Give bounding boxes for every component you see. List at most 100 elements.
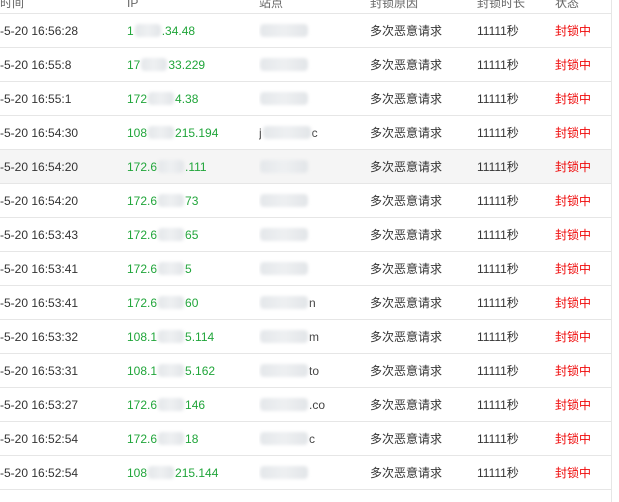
ip-visible-prefix: 1 bbox=[127, 23, 134, 38]
table-row[interactable]: -5-20 16:53:41 172.6 5 多次恶意请求 11111秒 封锁中 bbox=[0, 252, 611, 286]
redaction-blur bbox=[158, 194, 185, 207]
redaction-blur bbox=[260, 296, 308, 309]
ip-visible-prefix: 172.6 bbox=[127, 159, 158, 174]
table-row[interactable]: -5-20 16:54:20 172.6 .111 多次恶意请求 11111秒 封锁中 bbox=[0, 150, 611, 184]
ip-visible-suffix: 65 bbox=[185, 227, 199, 242]
ip-visible-suffix: 60 bbox=[185, 295, 199, 310]
reason-cell: 多次恶意请求 bbox=[370, 432, 443, 446]
ip-visible-suffix: 33.229 bbox=[168, 57, 206, 72]
ip-visible-prefix: 108.1 bbox=[127, 329, 158, 344]
ip-cell: 172.6 73 bbox=[127, 184, 257, 217]
table-row[interactable]: -5-20 16:52:54 172.6 18 c 多次恶意请求 11111秒 封锁中 bbox=[0, 422, 611, 456]
table-row[interactable]: -5-20 16:55:1 172 4.38 多次恶意请求 11111秒 封锁中 bbox=[0, 82, 611, 116]
redaction-blur bbox=[260, 228, 308, 241]
redaction-blur bbox=[260, 398, 308, 411]
status-badge: 封锁中 bbox=[555, 364, 592, 378]
site-cell: jc bbox=[259, 116, 364, 149]
duration-cell: 11111秒 bbox=[477, 262, 519, 276]
redaction-blur bbox=[260, 432, 308, 445]
ip-visible-prefix: 108 bbox=[127, 125, 148, 140]
reason-cell: 多次恶意请求 bbox=[370, 228, 443, 242]
ip-cell: 172.6 .111 bbox=[127, 150, 257, 183]
site-cell: c bbox=[259, 422, 364, 455]
ip-visible-suffix: 73 bbox=[185, 193, 199, 208]
reason-cell: 多次恶意请求 bbox=[370, 194, 443, 208]
time-cell: -5-20 16:54:20 bbox=[0, 193, 79, 208]
duration-cell: 11111秒 bbox=[477, 432, 519, 446]
table-row[interactable]: -5-20 16:53:41 172.6 60 n 多次恶意请求 11111秒 封锁中 bbox=[0, 286, 611, 320]
ip-cell: 17 33.229 bbox=[127, 48, 257, 81]
ip-visible-suffix: 5.114 bbox=[185, 329, 215, 344]
redaction-blur bbox=[158, 330, 185, 343]
status-badge: 封锁中 bbox=[555, 228, 592, 242]
redaction-blur bbox=[158, 364, 185, 377]
status-badge: 封锁中 bbox=[555, 92, 592, 106]
site-visible-suffix: m bbox=[309, 329, 319, 344]
ip-visible-prefix: 172 bbox=[127, 91, 148, 106]
table-right-border bbox=[611, 0, 612, 502]
time-cell: -5-20 16:53:43 bbox=[0, 227, 79, 242]
table-row[interactable]: -5-20 16:55:8 17 33.229 多次恶意请求 11111秒 封锁中 bbox=[0, 48, 611, 82]
ip-cell: 172 4.38 bbox=[127, 82, 257, 115]
site-visible-suffix: c bbox=[311, 125, 318, 140]
redaction-blur bbox=[148, 466, 175, 479]
time-cell: -5-20 16:53:41 bbox=[0, 295, 79, 310]
ip-visible-prefix: 172.6 bbox=[127, 227, 158, 242]
site-cell bbox=[259, 456, 364, 489]
table-row[interactable]: -5-20 16:52:54 108 215.144 多次恶意请求 11111秒 封锁中 bbox=[0, 456, 611, 490]
ip-cell: 172.6 60 bbox=[127, 286, 257, 319]
table-row[interactable]: -5-20 16:53:27 172.6 146 .co 多次恶意请求 11111秒 封锁中 bbox=[0, 388, 611, 422]
ip-visible-suffix: 215.144 bbox=[175, 465, 219, 480]
duration-cell: 11111秒 bbox=[477, 194, 519, 208]
time-cell: -5-20 16:55:8 bbox=[0, 57, 72, 72]
table-row[interactable]: -5-20 16:54:30 108 215.194 j c 多次恶意请求 11111秒 封锁… bbox=[0, 116, 611, 150]
table-row[interactable]: -5-20 16:56:28 1 .34.48 多次恶意请求 11111秒 封锁中 bbox=[0, 14, 611, 48]
status-badge: 封锁中 bbox=[555, 296, 592, 310]
redaction-blur bbox=[158, 262, 185, 275]
status-badge: 封锁中 bbox=[555, 160, 592, 174]
ip-visible-prefix: 17 bbox=[127, 57, 141, 72]
ip-cell: 108 215.144 bbox=[127, 456, 257, 489]
status-badge: 封锁中 bbox=[555, 58, 592, 72]
redaction-blur bbox=[260, 194, 308, 207]
duration-cell: 11111秒 bbox=[477, 126, 519, 140]
site-cell bbox=[259, 150, 364, 183]
redaction-blur bbox=[260, 24, 308, 37]
redaction-blur bbox=[158, 160, 185, 173]
table-header: 时间 IP 站点 封锁原因 封锁时长 状态 bbox=[0, 0, 611, 14]
status-badge: 封锁中 bbox=[555, 466, 592, 480]
ip-visible-prefix: 172.6 bbox=[127, 193, 158, 208]
ip-visible-suffix: .34.48 bbox=[161, 23, 196, 38]
redaction-blur bbox=[158, 228, 185, 241]
site-cell: m bbox=[259, 320, 364, 353]
time-cell: -5-20 16:56:28 bbox=[0, 23, 79, 38]
time-cell: -5-20 16:53:31 bbox=[0, 363, 79, 378]
reason-cell: 多次恶意请求 bbox=[370, 296, 443, 310]
blocked-ip-table: 时间 IP 站点 封锁原因 封锁时长 状态 -5-20 16:56:28 1 .34… bbox=[0, 0, 619, 502]
duration-cell: 11111秒 bbox=[477, 364, 519, 378]
ip-cell: 1 .34.48 bbox=[127, 14, 257, 47]
time-cell: -5-20 16:54:20 bbox=[0, 159, 79, 174]
ip-cell: 172.6 146 bbox=[127, 388, 257, 421]
site-cell bbox=[259, 82, 364, 115]
table-row[interactable]: -5-20 16:53:32 108.1 5.114 m 多次恶意请求 11111秒 封锁中 bbox=[0, 320, 611, 354]
ip-visible-prefix: 172.6 bbox=[127, 261, 158, 276]
ip-cell: 172.6 5 bbox=[127, 252, 257, 285]
redaction-blur bbox=[260, 330, 308, 343]
status-badge: 封锁中 bbox=[555, 398, 592, 412]
site-visible-suffix: n bbox=[309, 295, 316, 310]
status-badge: 封锁中 bbox=[555, 126, 592, 140]
reason-cell: 多次恶意请求 bbox=[370, 466, 443, 480]
duration-cell: 11111秒 bbox=[477, 24, 519, 38]
status-badge: 封锁中 bbox=[555, 24, 592, 38]
site-cell bbox=[259, 252, 364, 285]
table-row[interactable]: -5-20 16:54:20 172.6 73 多次恶意请求 11111秒 封锁中 bbox=[0, 184, 611, 218]
ip-visible-suffix: 146 bbox=[185, 397, 206, 412]
duration-cell: 11111秒 bbox=[477, 58, 519, 72]
time-cell: -5-20 16:53:41 bbox=[0, 261, 79, 276]
table-row[interactable]: -5-20 16:53:43 172.6 65 多次恶意请求 11111秒 封锁中 bbox=[0, 218, 611, 252]
site-cell bbox=[259, 14, 364, 47]
site-cell bbox=[259, 218, 364, 251]
table-row[interactable]: -5-20 16:53:31 108.1 5.162 to 多次恶意请求 11111秒 封锁… bbox=[0, 354, 611, 388]
reason-cell: 多次恶意请求 bbox=[370, 160, 443, 174]
